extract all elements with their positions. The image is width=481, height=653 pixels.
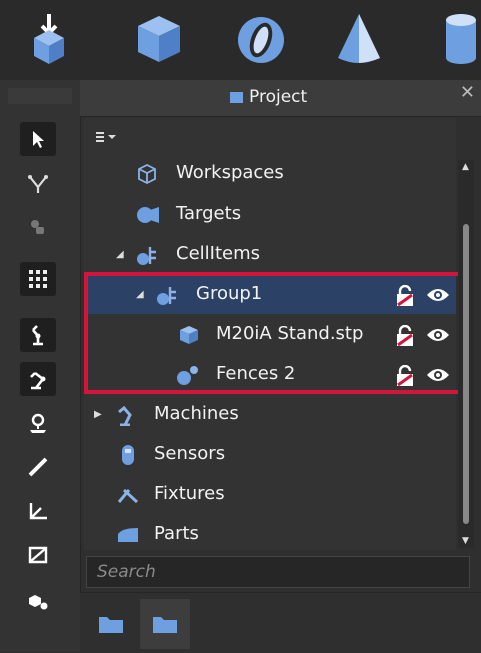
tree-scrollbar[interactable]: ▲ ▼ xyxy=(458,160,474,548)
tree-item-label: Targets xyxy=(176,203,242,224)
tree-item-fixtures[interactable]: Fixtures xyxy=(84,476,456,514)
tree-item-label: CellItems xyxy=(176,243,260,264)
mirror-icon[interactable] xyxy=(20,538,56,572)
cube-outline-icon xyxy=(136,163,160,185)
expand-arrow-icon[interactable]: ◢ xyxy=(136,289,144,300)
tree-item-m20ia-stand[interactable]: M20iA Stand.stp xyxy=(84,316,456,354)
tree-item-workspaces[interactable]: Workspaces xyxy=(84,155,456,193)
tree-item-group1[interactable]: ◢ Group1 xyxy=(84,276,456,314)
tree-nodes-icon[interactable] xyxy=(20,166,56,200)
cellitems-icon xyxy=(136,244,160,266)
group-icon xyxy=(156,284,180,306)
tree-item-parts[interactable]: Parts xyxy=(84,516,456,554)
folder-icon[interactable] xyxy=(140,599,190,649)
tree-item-label: Parts xyxy=(154,523,199,544)
objects-icon[interactable] xyxy=(20,584,56,618)
search-input[interactable] xyxy=(87,557,469,587)
tree-item-targets[interactable]: Targets xyxy=(84,196,456,234)
folder-icon[interactable] xyxy=(86,599,136,649)
parts-icon xyxy=(116,524,140,546)
tree-item-label: Machines xyxy=(154,403,239,424)
tree-item-label: Sensors xyxy=(154,443,226,464)
panel-title-label: Project xyxy=(249,87,308,107)
tree-item-label: Fences 2 xyxy=(216,363,296,384)
sensor-icon xyxy=(118,444,142,466)
scrollbar-thumb[interactable] xyxy=(463,224,469,524)
bottom-bar xyxy=(80,592,481,653)
close-icon[interactable]: ✕ xyxy=(460,82,475,103)
tree-item-fences-2[interactable]: Fences 2 xyxy=(84,356,456,394)
left-toolbar xyxy=(0,80,81,652)
top-toolbar xyxy=(0,0,481,81)
tree-item-label: M20iA Stand.stp xyxy=(216,323,364,344)
project-panel-icon xyxy=(230,91,243,103)
machine-arm-icon xyxy=(116,404,140,427)
eye-icon[interactable] xyxy=(426,327,450,348)
robot-hand-icon[interactable] xyxy=(20,210,56,244)
tree-item-machines[interactable]: ▶ Machines xyxy=(84,396,456,434)
lock-icon[interactable] xyxy=(394,284,416,312)
grid-icon[interactable] xyxy=(20,262,56,296)
panel-title: Project xyxy=(230,87,307,107)
target-camera-icon xyxy=(136,204,160,226)
eye-icon[interactable] xyxy=(426,367,450,388)
lock-icon[interactable] xyxy=(394,324,416,352)
fixture-icon xyxy=(116,484,140,506)
tree-item-label: Fixtures xyxy=(154,483,225,504)
tree-item-label: Workspaces xyxy=(176,162,284,183)
sphere-icon[interactable] xyxy=(232,8,290,68)
import-box-icon[interactable] xyxy=(20,8,78,68)
robot-arm-alt-icon[interactable] xyxy=(20,362,56,396)
collapse-arrow-icon[interactable]: ▶ xyxy=(94,409,102,420)
axes-icon[interactable] xyxy=(20,494,56,528)
scroll-up-icon[interactable]: ▲ xyxy=(462,162,469,172)
scroll-down-icon[interactable]: ▼ xyxy=(462,536,469,546)
lock-icon[interactable] xyxy=(394,364,416,392)
fence-icon xyxy=(176,364,200,386)
tree-item-cellitems[interactable]: ◢ CellItems xyxy=(84,236,456,274)
eye-icon[interactable] xyxy=(426,287,450,308)
expand-arrow-icon[interactable]: ◢ xyxy=(116,249,124,260)
panel-header: Project ✕ xyxy=(80,80,481,117)
tree-item-label: Group1 xyxy=(196,283,263,304)
project-tree: Workspaces Targets ◢ CellItems ◢ Group1 xyxy=(84,118,456,550)
select-arrow-icon[interactable] xyxy=(20,122,56,156)
cylinder-icon[interactable] xyxy=(440,8,481,68)
search-box xyxy=(86,556,470,588)
cube-icon[interactable] xyxy=(130,8,188,68)
location-pin-icon[interactable] xyxy=(20,406,56,440)
robot-arm-icon[interactable] xyxy=(20,318,56,352)
part-cube-icon xyxy=(178,324,202,346)
tree-menu-icon[interactable] xyxy=(96,128,120,147)
measure-ruler-icon[interactable] xyxy=(20,450,56,484)
toolbar-grip[interactable] xyxy=(8,88,72,104)
tree-item-sensors[interactable]: Sensors xyxy=(84,436,456,474)
cone-icon[interactable] xyxy=(330,8,388,68)
